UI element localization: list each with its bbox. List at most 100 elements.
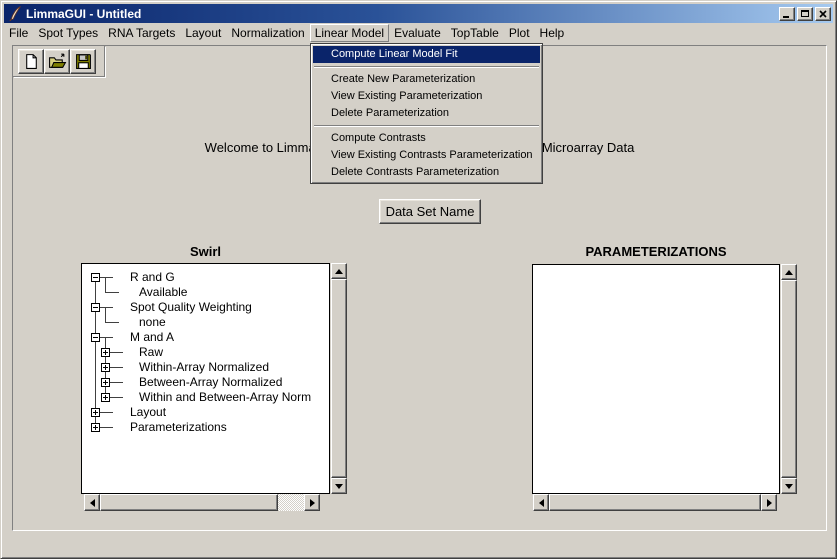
tree-connector-line [109, 382, 123, 383]
tree-item-available[interactable]: Available [139, 285, 187, 300]
minimize-icon [783, 16, 789, 18]
menu-separator [314, 125, 539, 127]
menu-item-delete-parameterization[interactable]: Delete Parameterization [313, 105, 540, 122]
menu-spot-types[interactable]: Spot Types [33, 24, 103, 42]
tree-connector-line [105, 292, 119, 293]
tree-item-layout[interactable]: Layout [130, 405, 166, 420]
title-bar[interactable]: LimmaGUI - Untitled [4, 4, 833, 23]
maximize-button[interactable] [797, 7, 813, 21]
save-file-button[interactable] [70, 49, 96, 74]
tree-item-parameterizations[interactable]: Parameterizations [130, 420, 227, 435]
tree-connector-line [99, 427, 113, 428]
scrollbar-thumb[interactable] [781, 280, 797, 478]
menu-item-compute-contrasts[interactable]: Compute Contrasts [313, 130, 540, 147]
tree-collapse-box[interactable] [91, 303, 100, 312]
arrow-right-icon [310, 499, 315, 507]
tree-item-within-array-normalized[interactable]: Within-Array Normalized [139, 360, 269, 375]
menu-layout[interactable]: Layout [180, 24, 226, 42]
menu-item-view-existing-contrasts-parameterization[interactable]: View Existing Contrasts Parameterization [313, 147, 540, 164]
tree-expand-box[interactable] [101, 393, 110, 402]
arrow-down-icon [335, 484, 343, 489]
menu-plot[interactable]: Plot [504, 24, 535, 42]
close-button[interactable] [815, 7, 831, 21]
scroll-right-button[interactable] [304, 494, 320, 511]
menu-item-compute-linear-model-fit[interactable]: Compute Linear Model Fit [313, 46, 540, 63]
scroll-up-button[interactable] [331, 263, 347, 279]
tree-branch-line [105, 277, 106, 292]
data-set-name-button[interactable]: Data Set Name [379, 199, 481, 224]
scroll-down-button[interactable] [331, 478, 347, 494]
swirl-vertical-scrollbar[interactable] [331, 263, 347, 494]
tree-item-r-and-g[interactable]: R and G [130, 270, 175, 285]
tree-collapse-box[interactable] [91, 333, 100, 342]
tree-expand-box[interactable] [91, 423, 100, 432]
arrow-up-icon [785, 270, 793, 275]
scrollbar-thumb[interactable] [100, 494, 278, 511]
swirl-panel-title: Swirl [81, 244, 330, 259]
menu-linear-model[interactable]: Linear Model [310, 24, 389, 42]
arrow-left-icon [90, 499, 95, 507]
window-title: LimmaGUI - Untitled [26, 7, 779, 21]
tree-branch-line [105, 307, 106, 322]
tree-item-none[interactable]: none [139, 315, 166, 330]
swirl-tree[interactable]: R and GAvailableSpot Quality Weightingno… [81, 263, 330, 494]
save-floppy-icon [75, 53, 92, 70]
menu-rna-targets[interactable]: RNA Targets [103, 24, 180, 42]
tree-item-m-and-a[interactable]: M and A [130, 330, 174, 345]
tree-connector-line [99, 277, 113, 278]
menu-normalization[interactable]: Normalization [226, 24, 309, 42]
scroll-left-button[interactable] [533, 494, 549, 511]
menu-item-create-new-parameterization[interactable]: Create New Parameterization [313, 71, 540, 88]
tree-connector-line [109, 367, 123, 368]
scroll-right-button[interactable] [761, 494, 777, 511]
scrollbar-track[interactable] [278, 494, 304, 511]
scrollbar-thumb[interactable] [549, 494, 761, 511]
scroll-down-button[interactable] [781, 478, 797, 494]
tk-feather-icon [8, 6, 22, 21]
tree-connector-line [99, 337, 113, 338]
menu-separator [314, 66, 539, 68]
parameterizations-panel-title: PARAMETERIZATIONS [532, 244, 780, 259]
swirl-horizontal-scrollbar[interactable] [84, 494, 320, 511]
tree-trunk-line [95, 277, 96, 427]
parameterizations-horizontal-scrollbar[interactable] [533, 494, 777, 511]
parameterizations-listbox[interactable] [532, 264, 780, 494]
tree-connector-line [109, 352, 123, 353]
open-folder-icon [48, 53, 67, 70]
minimize-button[interactable] [779, 7, 795, 21]
tree-expand-box[interactable] [91, 408, 100, 417]
window-controls [779, 7, 831, 21]
tree-item-spot-quality-weighting[interactable]: Spot Quality Weighting [130, 300, 252, 315]
menu-item-view-existing-parameterization[interactable]: View Existing Parameterization [313, 88, 540, 105]
app-window: LimmaGUI - Untitled FileSpot TypesRNA Ta… [0, 0, 837, 559]
menu-bar: FileSpot TypesRNA TargetsLayoutNormaliza… [4, 23, 833, 42]
new-file-button[interactable] [18, 49, 44, 74]
menu-help[interactable]: Help [535, 24, 570, 42]
tree-expand-box[interactable] [101, 348, 110, 357]
tree-collapse-box[interactable] [91, 273, 100, 282]
tree-connector-line [105, 322, 119, 323]
menu-item-delete-contrasts-parameterization[interactable]: Delete Contrasts Parameterization [313, 164, 540, 181]
scroll-left-button[interactable] [84, 494, 100, 511]
parameterizations-vertical-scrollbar[interactable] [781, 264, 797, 494]
tree-connector-line [99, 412, 113, 413]
menu-toptable[interactable]: TopTable [446, 24, 504, 42]
arrow-right-icon [767, 499, 772, 507]
arrow-up-icon [335, 269, 343, 274]
maximize-icon [801, 10, 809, 17]
toolbar [13, 46, 105, 77]
tree-item-between-array-normalized[interactable]: Between-Array Normalized [139, 375, 282, 390]
menu-evaluate[interactable]: Evaluate [389, 24, 446, 42]
arrow-left-icon [539, 499, 544, 507]
tree-expand-box[interactable] [101, 363, 110, 372]
tree-expand-box[interactable] [101, 378, 110, 387]
tree-item-raw[interactable]: Raw [139, 345, 163, 360]
arrow-down-icon [785, 484, 793, 489]
open-file-button[interactable] [44, 49, 70, 74]
menu-file[interactable]: File [4, 24, 33, 42]
scroll-up-button[interactable] [781, 264, 797, 280]
tree-connector-line [99, 307, 113, 308]
scrollbar-thumb[interactable] [331, 279, 347, 478]
new-document-icon [23, 53, 40, 70]
tree-item-within-and-between-array-norm[interactable]: Within and Between-Array Norm [139, 390, 311, 405]
